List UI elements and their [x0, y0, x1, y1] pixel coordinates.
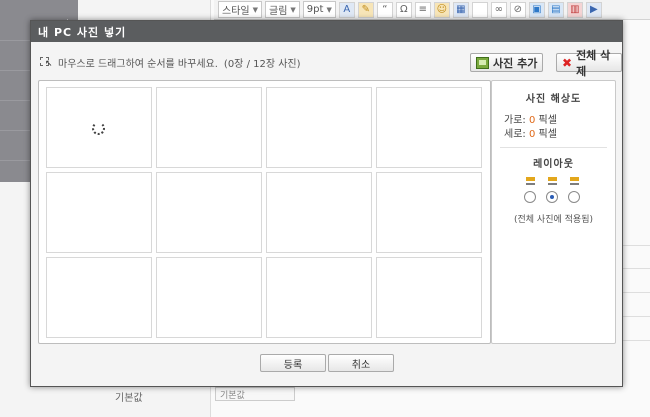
height-value: 0 — [528, 129, 536, 140]
photo-slot[interactable] — [156, 172, 262, 253]
layout-note: (전체 사진에 적용됨) — [514, 215, 593, 225]
photo-slot[interactable] — [376, 172, 482, 253]
settings-panel: 사진 해상도 가로: 0 픽셀 세로: 0 픽셀 레이아웃 (전체 사진에 적용… — [491, 80, 616, 344]
close-icon: ✖ — [562, 55, 573, 70]
photo-slot[interactable] — [376, 87, 482, 168]
delete-all-button[interactable]: ✖ 전체 삭제 — [556, 49, 622, 78]
register-button[interactable]: 등록 — [260, 354, 326, 372]
instruction-text: 마우스로 드래그하여 순서를 바꾸세요. — [58, 59, 218, 70]
dialog-title: 내 PC 사진 넣기 — [31, 21, 622, 42]
layout-radio-left[interactable] — [524, 191, 536, 203]
editor-toolbar: 스타일 ▼ 글림 ▼ 9pt ▼ A ✎ “ Ω ≡ ☺ ▦ ∞ ⊘ ▣ ▤ ▥ ▶ — [214, 0, 650, 20]
layout-radio-group — [524, 191, 580, 203]
layout-radio-center[interactable] — [546, 191, 558, 203]
photo-slot[interactable] — [266, 87, 372, 168]
photo-slot[interactable] — [266, 172, 372, 253]
align-right-icon — [570, 177, 579, 186]
photo-slot[interactable] — [46, 87, 152, 168]
layout-title: 레이아웃 — [533, 159, 574, 170]
layout-radio-right[interactable] — [568, 191, 580, 203]
background-footer: 기본값 기본값 — [30, 387, 622, 417]
loading-spinner-icon — [92, 122, 105, 135]
play-icon[interactable]: ▶ — [585, 1, 602, 18]
blank-icon[interactable] — [471, 1, 488, 18]
width-row: 가로: 0 픽셀 — [504, 115, 557, 126]
table-icon[interactable]: ▦ — [452, 1, 469, 18]
resolution-title: 사진 해상도 — [525, 94, 582, 105]
photo-slot[interactable] — [266, 257, 372, 338]
drag-select-icon: ↖ — [40, 56, 53, 69]
photo-slot[interactable] — [46, 257, 152, 338]
font-size-select[interactable]: 9pt ▼ — [302, 1, 336, 18]
align-center-icon — [548, 177, 557, 186]
footer-label: 기본값 — [115, 393, 143, 404]
unlink-icon[interactable]: ⊘ — [509, 1, 526, 18]
photo-add-icon — [476, 56, 489, 69]
height-row: 세로: 0 픽셀 — [504, 129, 557, 140]
photo-slot[interactable] — [46, 172, 152, 253]
photo-upload-dialog: 내 PC 사진 넣기 ↖ 마우스로 드래그하여 순서를 바꾸세요. (0장 / … — [30, 20, 623, 387]
quote-icon[interactable]: “ — [376, 1, 393, 18]
image-icon[interactable]: ▣ — [528, 1, 545, 18]
layout-icons — [526, 177, 579, 186]
text-color-icon[interactable]: A — [338, 1, 355, 18]
photo-slot[interactable] — [376, 257, 482, 338]
drag-instruction: ↖ 마우스로 드래그하여 순서를 바꾸세요. (0장 / 12장 사진) — [40, 55, 301, 70]
font-select[interactable]: 글림 ▼ — [265, 1, 300, 18]
omega-icon[interactable]: Ω — [395, 1, 412, 18]
photo-slot[interactable] — [156, 257, 262, 338]
brush-icon[interactable]: ✎ — [357, 1, 374, 18]
photo-drop-area[interactable] — [38, 80, 491, 344]
emoticon-icon[interactable]: ☺ — [433, 1, 450, 18]
photo-slot[interactable] — [156, 87, 262, 168]
file-icon[interactable]: ▥ — [566, 1, 583, 18]
media-icon[interactable]: ▤ — [547, 1, 564, 18]
divider — [500, 147, 607, 148]
photo-grid — [46, 87, 482, 338]
cancel-button[interactable]: 취소 — [328, 354, 394, 372]
align-icon[interactable]: ≡ — [414, 1, 431, 18]
add-photo-button[interactable]: 사진 추가 — [470, 53, 544, 72]
footer-select[interactable]: 기본값 — [215, 387, 295, 401]
link-icon[interactable]: ∞ — [490, 1, 507, 18]
photo-count: (0장 / 12장 사진) — [223, 59, 301, 70]
align-left-icon — [526, 177, 535, 186]
style-select[interactable]: 스타일 ▼ — [218, 1, 262, 18]
